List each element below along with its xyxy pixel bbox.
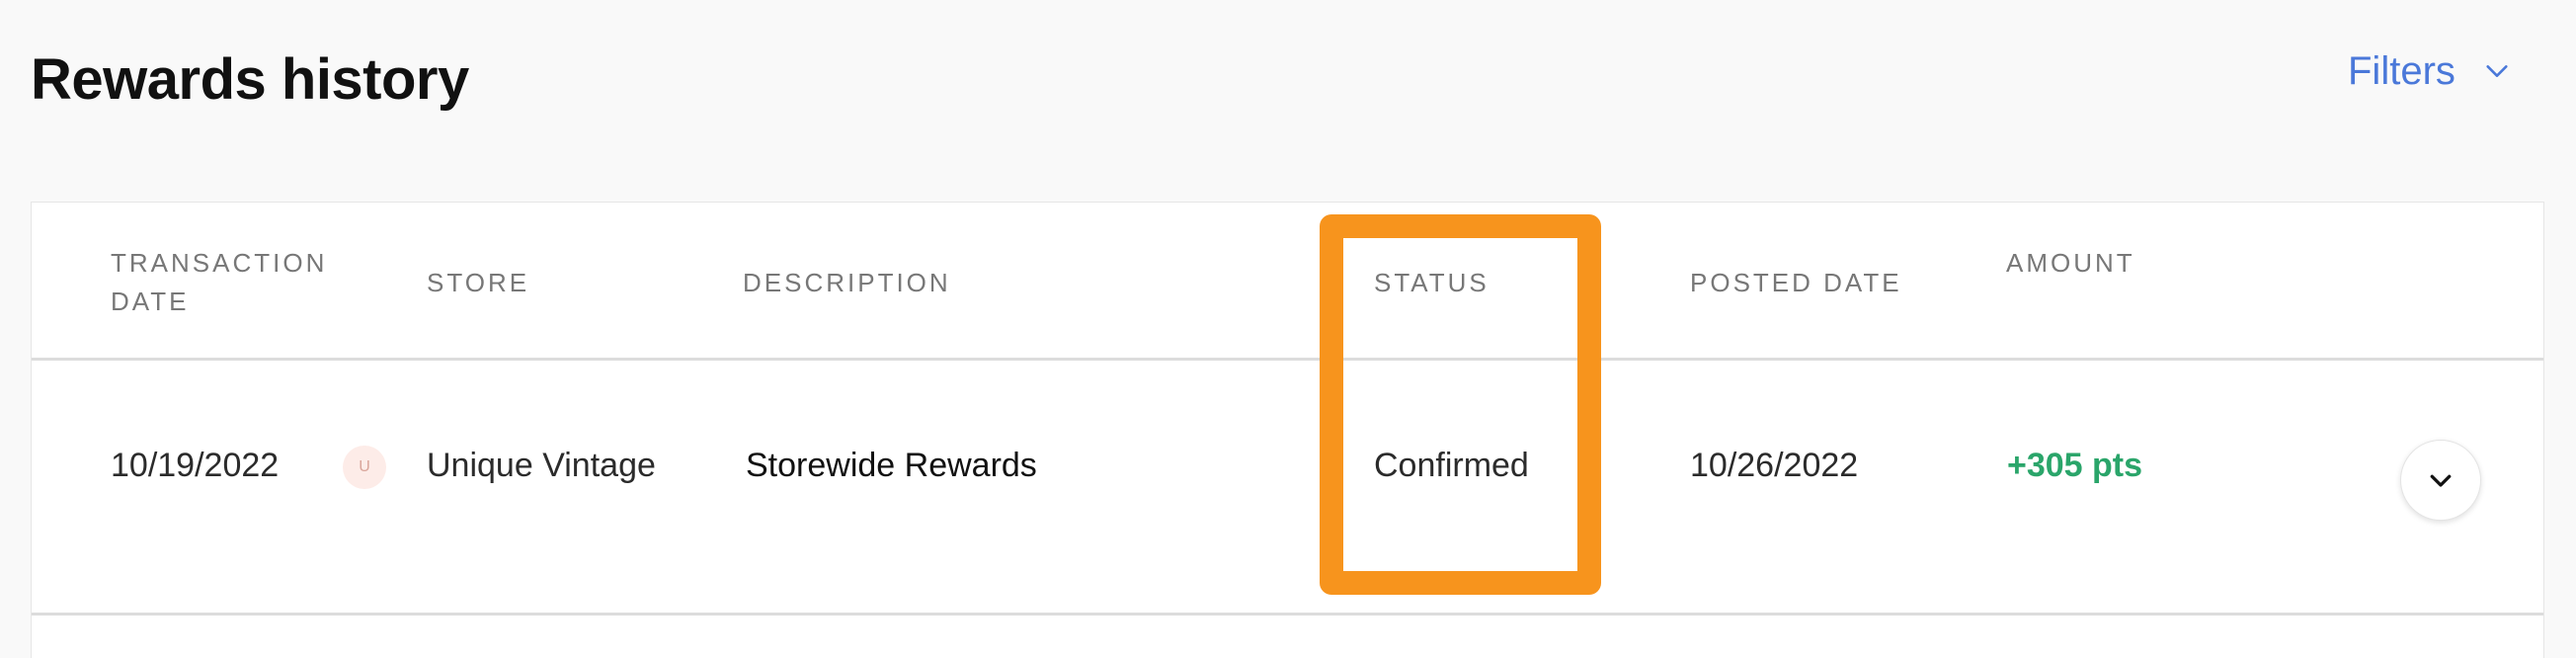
chevron-down-icon (2486, 65, 2508, 77)
rewards-table: TRANSACTION DATE STORE DESCRIPTION STATU… (31, 202, 2544, 658)
table-header-row: TRANSACTION DATE STORE DESCRIPTION STATU… (32, 203, 2543, 361)
amount-value: +305 pts (2007, 447, 2143, 484)
posted-date: 10/26/2022 (1690, 447, 1859, 484)
store-name: Unique Vintage (427, 447, 656, 484)
header-transaction-date-line2: DATE (111, 287, 190, 316)
header-amount: AMOUNT (2006, 248, 2135, 278)
expand-row-button[interactable] (2400, 440, 2481, 521)
header-status: STATUS (1374, 268, 1489, 297)
filters-label: Filters (2348, 49, 2455, 93)
filters-button[interactable]: Filters (2348, 43, 2511, 99)
table-row[interactable]: 10/19/2022 U Unique Vintage Storewide Re… (32, 361, 2543, 616)
header-store: STORE (427, 268, 530, 297)
header-description: DESCRIPTION (743, 268, 951, 297)
chevron-down-icon (2430, 474, 2452, 487)
header-transaction-date-line1: TRANSACTION (111, 248, 328, 278)
header-transaction-date: TRANSACTION DATE (111, 244, 327, 321)
status-value: Confirmed (1374, 447, 1529, 484)
description: Storewide Rewards (746, 447, 1037, 484)
rewards-history-page: Rewards history Filters TRANSACTION DATE… (0, 0, 2576, 658)
transaction-date: 10/19/2022 (111, 447, 280, 484)
store-logo: U (343, 446, 386, 489)
header-posted-date: POSTED DATE (1690, 268, 1902, 297)
page-title: Rewards history (31, 47, 469, 112)
